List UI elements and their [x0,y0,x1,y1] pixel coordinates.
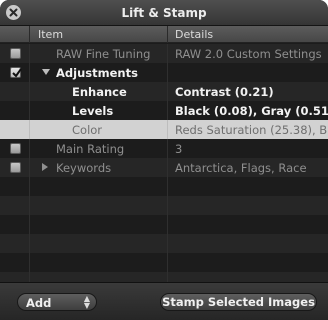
empty-row [0,253,328,272]
row-checkbox[interactable] [10,143,21,154]
column-header: Item Details [0,26,328,43]
row-item-label: Levels [72,104,114,118]
empty-row [0,234,328,253]
list-row-main-rating[interactable]: Main Rating 3 [0,139,328,158]
add-popup-label: Add [26,296,52,310]
column-divider [29,158,30,177]
column-divider [29,196,30,215]
disclosure-triangle-collapsed-icon[interactable] [42,163,48,171]
row-item-label: Adjustments [56,66,138,80]
row-checkbox[interactable] [10,48,21,59]
column-divider [29,120,30,139]
column-divider [29,234,30,253]
row-item-label: RAW Fine Tuning [56,47,151,61]
row-details-value: Contrast (0.21) [175,85,274,99]
row-checkbox[interactable] [10,162,21,173]
column-header-details[interactable]: Details [175,28,213,41]
lift-stamp-panel: Lift & Stamp Item Details RAW Fine Tunin… [0,0,328,320]
row-details-value: 3 [175,142,183,156]
window-title: Lift & Stamp [121,6,207,20]
column-divider [29,63,30,82]
row-details-value: Reds Saturation (25.38), Bl [175,123,328,137]
column-divider[interactable] [167,26,168,43]
column-divider [167,120,168,139]
row-item-label: Color [72,123,103,137]
disclosure-triangle-expanded-icon[interactable] [42,69,50,75]
row-item-label: Enhance [72,85,127,99]
add-popup-button[interactable]: Add ▲ ▼ [17,293,97,311]
column-divider [167,63,168,82]
empty-row [0,215,328,234]
list-row-raw-fine-tuning[interactable]: RAW Fine Tuning RAW 2.0 Custom Settings [0,44,328,63]
empty-row [0,196,328,215]
column-divider [167,234,168,253]
column-divider [167,196,168,215]
row-item-label: Main Rating [56,142,125,156]
title-bar[interactable]: Lift & Stamp [0,0,328,26]
row-item-label: Keywords [56,161,112,175]
row-details-value: RAW 2.0 Custom Settings [175,47,322,61]
column-divider [167,101,168,120]
row-details-value: Antarctica, Flags, Race [175,161,307,175]
column-divider [167,44,168,63]
column-divider [29,44,30,63]
list-row-enhance[interactable]: Enhance Contrast (0.21) [0,82,328,101]
list-row-keywords[interactable]: Keywords Antarctica, Flags, Race [0,158,328,177]
stamp-selected-images-button[interactable]: Stamp Selected Images [160,293,317,311]
column-divider [29,101,30,120]
column-divider [29,82,30,101]
list-row-levels[interactable]: Levels Black (0.08), Gray (0.51), W [0,101,328,120]
checkmark-icon [12,68,22,78]
column-divider [167,177,168,196]
row-details-value: Black (0.08), Gray (0.51), W [175,104,328,118]
column-divider [29,177,30,196]
column-divider [167,253,168,272]
column-divider [167,215,168,234]
footer-bar: Add ▲ ▼ Stamp Selected Images [0,282,328,320]
empty-row [0,177,328,196]
column-divider [167,158,168,177]
updown-arrows-icon: ▲ ▼ [83,294,90,310]
row-checkbox-checked[interactable] [10,67,22,78]
column-divider [29,253,30,272]
column-divider [29,215,30,234]
column-divider [29,139,30,158]
list-row-color[interactable]: Color Reds Saturation (25.38), Bl [0,120,328,139]
list-row-adjustments[interactable]: Adjustments [0,63,328,82]
column-divider [167,139,168,158]
column-header-item[interactable]: Item [38,28,63,41]
column-divider[interactable] [29,26,30,43]
column-divider [167,82,168,101]
